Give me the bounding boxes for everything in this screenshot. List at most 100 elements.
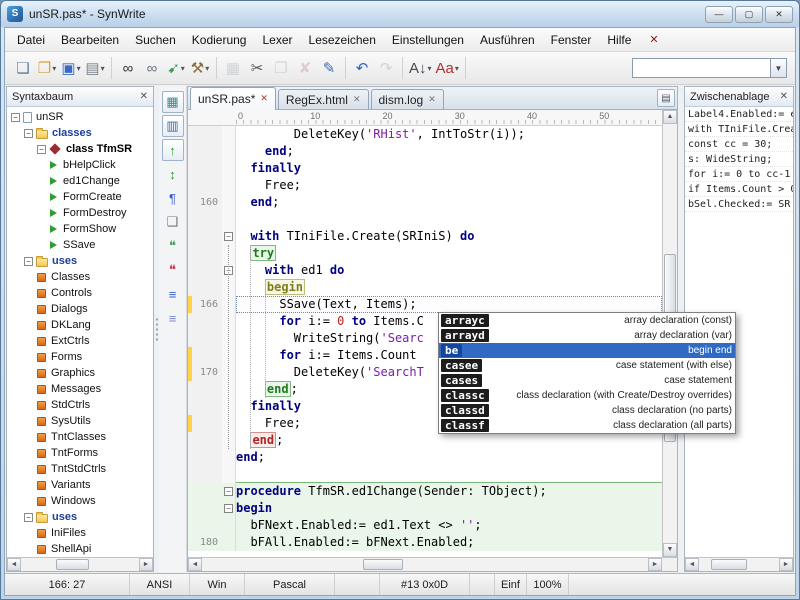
tree-item-graphics[interactable]: Graphics [7, 365, 153, 381]
scroll-left-icon[interactable]: ◄ [188, 558, 202, 571]
scroll-left-icon[interactable]: ◄ [685, 558, 699, 571]
tree-item-messages[interactable]: Messages [7, 381, 153, 397]
panel-tiles-button[interactable]: ▦ [162, 91, 184, 113]
clipboard-item-2[interactable]: with TIniFile.Create [685, 122, 793, 137]
clipboard-item-4[interactable]: s: WideString; [685, 152, 793, 167]
font-button[interactable]: Aa▾ [434, 56, 461, 80]
menu-item-suchen[interactable]: Suchen [127, 30, 184, 50]
menu-item-lesezeichen[interactable]: Lesezeichen [301, 30, 384, 50]
tree-item-formdestroy[interactable]: FormDestroy [7, 205, 153, 221]
fold-minus-icon[interactable]: − [224, 504, 233, 513]
sort-button[interactable]: A↓▾ [407, 56, 434, 80]
close-panel-icon[interactable]: ✕ [780, 91, 788, 102]
tree-item-variants[interactable]: Variants [7, 477, 153, 493]
scroll-right-icon[interactable]: ► [779, 558, 793, 571]
menu-item-hilfe[interactable]: Hilfe [599, 30, 639, 50]
code-line[interactable]: finally [188, 160, 662, 177]
open-button[interactable]: ❐▾ [35, 56, 59, 80]
copy-button[interactable]: ❐ [269, 56, 293, 80]
tree-hscroll-thumb[interactable] [56, 559, 89, 570]
tree-item-uses[interactable]: −uses [7, 253, 153, 269]
panel-comment-alert-button[interactable]: ❝ [162, 259, 184, 281]
cut-button[interactable]: ✂ [245, 56, 269, 80]
panel-map-button[interactable]: ❑ [162, 211, 184, 233]
code-line[interactable]: DeleteKey('RHist', IntToStr(i)); [188, 126, 662, 143]
menu-item-fenster[interactable]: Fenster [543, 30, 600, 50]
code-line[interactable]: −procedure TfmSR.ed1Change(Sender: TObje… [188, 483, 662, 500]
code-line[interactable]: 180bFAll.Enabled:= bFNext.Enabled; [188, 534, 662, 551]
clipboard-hscrollbar[interactable]: ◄ ► [685, 557, 793, 571]
code-line[interactable]: end; [188, 143, 662, 160]
code-line[interactable] [188, 211, 662, 228]
tab-close-icon[interactable]: ✕ [428, 94, 436, 105]
scroll-left-icon[interactable]: ◄ [7, 558, 21, 571]
autocomplete-item-classf[interactable]: classfclass declaration (all parts) [439, 418, 735, 433]
scroll-right-icon[interactable]: ► [648, 558, 662, 571]
clipboard-hscroll-track[interactable] [699, 558, 779, 571]
menu-item-datei[interactable]: Datei [9, 30, 53, 50]
tree-item-extctrls[interactable]: ExtCtrls [7, 333, 153, 349]
tree-item-tntforms[interactable]: TntForms [7, 445, 153, 461]
editor-hscrollbar[interactable]: ◄ ► [188, 557, 662, 571]
clipboard-item-6[interactable]: if Items.Count > 0 t [685, 182, 793, 197]
autocomplete-item-arrayc[interactable]: arraycarray declaration (const) [439, 313, 735, 328]
menu-item-bearbeiten[interactable]: Bearbeiten [53, 30, 127, 50]
tree-item-shellapi[interactable]: ShellApi [7, 541, 153, 557]
panel-card-button[interactable]: ▥ [162, 115, 184, 137]
maximize-button[interactable]: ▢ [735, 6, 763, 23]
tab-close-icon[interactable]: ✕ [260, 93, 268, 104]
code-line[interactable]: 166SSave(Text, Items); [188, 296, 662, 313]
tree-item-controls[interactable]: Controls [7, 285, 153, 301]
search-dropdown-button[interactable]: ▼ [770, 58, 787, 78]
tree-item-unsr[interactable]: −unSR [7, 109, 153, 125]
title-bar[interactable]: S unSR.pas* - SynWrite —▢✕ [1, 1, 799, 27]
panel-sort-button[interactable]: ↕ [162, 163, 184, 185]
clipboard-hscroll-thumb[interactable] [711, 559, 747, 570]
clipboard-item-3[interactable]: const cc = 30; [685, 137, 793, 152]
tab-list-button[interactable]: ▤ [657, 89, 675, 107]
print-button[interactable]: ▤▾ [83, 56, 107, 80]
autocomplete-item-casee[interactable]: caseecase statement (with else) [439, 358, 735, 373]
redo-button[interactable]: ↷ [374, 56, 398, 80]
tools-button[interactable]: ⚒▾ [188, 56, 212, 80]
code-line[interactable]: try [188, 245, 662, 262]
menu-item-lexer[interactable]: Lexer [254, 30, 300, 50]
find-in-files-button[interactable]: ∞ [140, 56, 164, 80]
tree-hscroll-track[interactable] [21, 558, 139, 571]
autocomplete-item-classc[interactable]: classcclass declaration (with Create/Des… [439, 388, 735, 403]
autocomplete-item-be[interactable]: bebegin end [439, 343, 735, 358]
paste-button[interactable]: ▦ [221, 56, 245, 80]
close-button[interactable]: ✕ [765, 6, 793, 23]
tree-item-ssave[interactable]: SSave [7, 237, 153, 253]
expander-icon[interactable]: − [24, 257, 33, 266]
tree-item-inifiles[interactable]: IniFiles [7, 525, 153, 541]
panel-up-button[interactable]: ↑ [162, 139, 184, 161]
scroll-up-icon[interactable]: ▲ [663, 110, 677, 124]
editor-hscroll-thumb[interactable] [363, 559, 403, 570]
tab-regex-html[interactable]: RegEx.html✕ [278, 89, 369, 109]
code-line[interactable]: bFNext.Enabled:= ed1.Text <> ''; [188, 517, 662, 534]
close-panel-icon[interactable]: ✕ [140, 91, 148, 102]
save-button[interactable]: ▣▾ [59, 56, 83, 80]
clipboard-item-7[interactable]: bSel.Checked:= SR [685, 197, 793, 212]
menu-item-kodierung[interactable]: Kodierung [184, 30, 255, 50]
tree-item-dialogs[interactable]: Dialogs [7, 301, 153, 317]
panel-indent-button[interactable]: ≡ [162, 307, 184, 329]
notes-button[interactable]: ✎ [317, 56, 341, 80]
code-line[interactable]: end; [188, 449, 662, 466]
tree-item-formcreate[interactable]: FormCreate [7, 189, 153, 205]
panel-wrap-button[interactable]: ≡ [162, 283, 184, 305]
autocomplete-item-cases[interactable]: casescase statement [439, 373, 735, 388]
expander-icon[interactable]: − [37, 145, 46, 154]
code-line[interactable]: begin [188, 279, 662, 296]
scroll-right-icon[interactable]: ► [139, 558, 153, 571]
panel-pilcrow-button[interactable]: ¶ [162, 187, 184, 209]
menu-item-ausf-hren[interactable]: Ausführen [472, 30, 543, 50]
new-file-button[interactable]: ❏ [11, 56, 35, 80]
fold-minus-icon[interactable]: − [224, 232, 233, 241]
tree-item-uses[interactable]: −uses [7, 509, 153, 525]
code-line[interactable] [188, 466, 662, 483]
tab-unsr-pas[interactable]: unSR.pas*✕ [190, 87, 276, 110]
menu-item-einstellungen[interactable]: Einstellungen [384, 30, 472, 50]
tree-item-bhelpclick[interactable]: bHelpClick [7, 157, 153, 173]
